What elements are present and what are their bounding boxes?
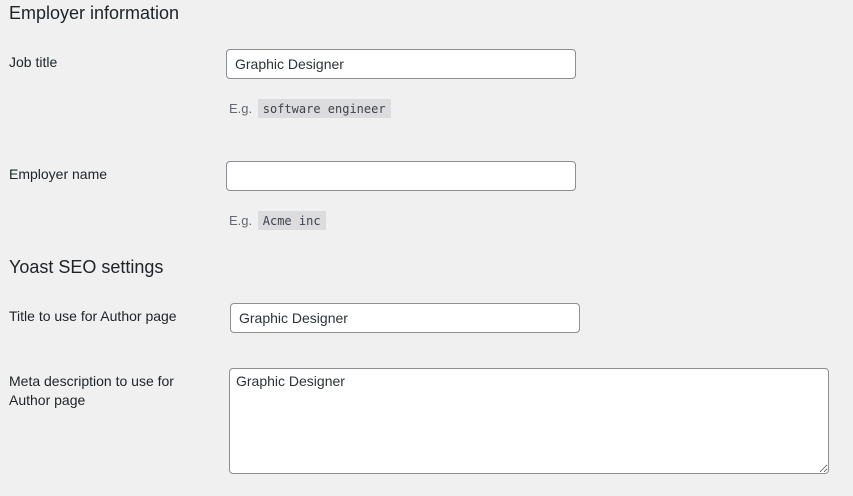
employer-name-hint-example: Acme inc: [257, 211, 326, 230]
employer-information-heading: Employer information: [9, 3, 180, 23]
author-page-title-label: Title to use for Author page: [9, 308, 177, 324]
employer-name-hint-prefix: E.g.: [229, 213, 253, 228]
yoast-seo-settings-heading: Yoast SEO settings: [9, 257, 164, 277]
job-title-input[interactable]: [226, 49, 576, 79]
meta-description-textarea[interactable]: Graphic Designer: [229, 368, 829, 474]
job-title-hint-prefix: E.g.: [229, 101, 253, 116]
employer-name-label: Employer name: [9, 166, 108, 182]
employer-name-hint: E.g. Acme inc: [229, 211, 326, 231]
author-page-title-input[interactable]: [230, 303, 580, 333]
job-title-hint-example: software engineer: [257, 99, 391, 118]
employer-name-input[interactable]: [226, 161, 576, 191]
job-title-hint: E.g. software engineer: [229, 99, 391, 119]
meta-description-label: Meta description to use for Author page: [9, 373, 174, 408]
job-title-label: Job title: [9, 54, 58, 70]
